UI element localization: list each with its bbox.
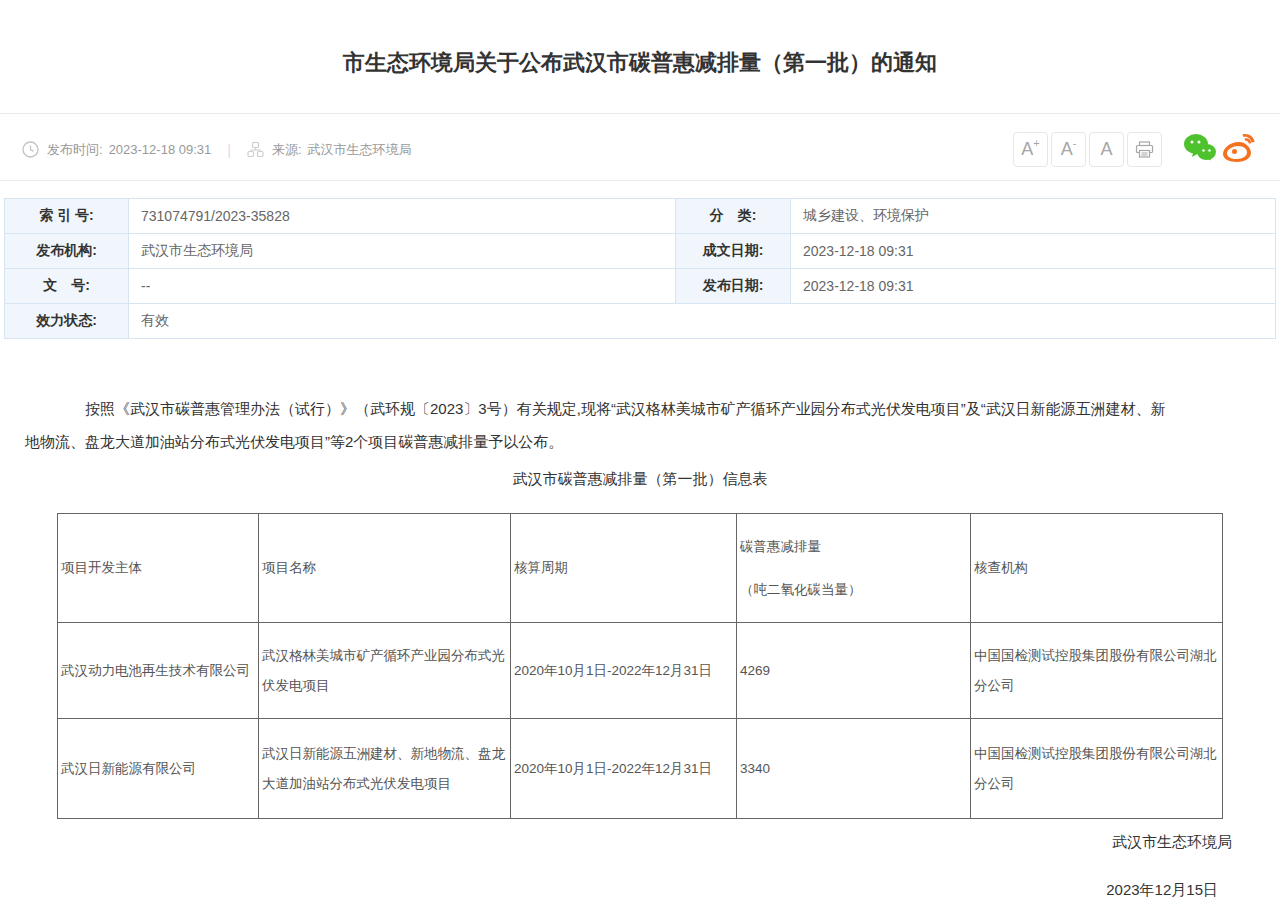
header-reduction: 碳普惠减排量 （吨二氧化碳当量） [737,514,971,623]
info-value: 731074791/2023-35828 [129,199,676,234]
cell-reduction: 3340 [737,719,971,819]
info-label: 成文日期: [676,234,791,269]
source-value: 武汉市生态环境局 [308,141,412,159]
info-label: 索 引 号: [5,199,129,234]
header-period: 核算周期 [511,514,737,623]
publish-time-value: 2023-12-18 09:31 [109,142,212,157]
sitemap-icon [247,141,264,158]
info-value: 城乡建设、环境保护 [791,199,1276,234]
meta-separator: | [227,142,231,158]
cell-reduction: 4269 [737,623,971,719]
cell-verifier: 中国国检测试控股集团股份有限公司湖北分公司 [971,623,1223,719]
source-label: 来源: [272,141,302,159]
font-decrease-button[interactable]: A- [1051,132,1086,167]
info-label: 分 类: [676,199,791,234]
info-label: 发布机构: [5,234,129,269]
info-label: 效力状态: [5,304,129,339]
weibo-share-icon[interactable] [1223,133,1258,166]
document-info-table: 索 引 号: 731074791/2023-35828 分 类: 城乡建设、环境… [4,198,1276,339]
toolbar: A+ A- A [1013,132,1258,167]
info-row: 效力状态: 有效 [5,304,1276,339]
divider-meta [0,180,1280,181]
clock-icon [22,141,39,158]
page-title: 市生态环境局关于公布武汉市碳普惠减排量（第一批）的通知 [0,49,1280,76]
footer-date: 2023年12月15日 [1106,881,1218,900]
print-button[interactable] [1127,132,1162,167]
header-project: 项目名称 [259,514,511,623]
info-row: 发布机构: 武汉市生态环境局 成文日期: 2023-12-18 09:31 [5,234,1276,269]
divider-top [0,113,1280,114]
cell-developer: 武汉动力电池再生技术有限公司 [58,623,259,719]
cell-period: 2020年10月1日-2022年12月31日 [511,719,737,819]
info-value: -- [129,269,676,304]
table-row: 武汉动力电池再生技术有限公司 武汉格林美城市矿产循环产业园分布式光伏发电项目 2… [58,623,1223,719]
cell-verifier: 中国国检测试控股集团股份有限公司湖北分公司 [971,719,1223,819]
info-row: 索 引 号: 731074791/2023-35828 分 类: 城乡建设、环境… [5,199,1276,234]
info-value: 有效 [129,304,1276,339]
printer-icon [1135,141,1154,158]
table-header-row: 项目开发主体 项目名称 核算周期 碳普惠减排量 （吨二氧化碳当量） 核查机构 [58,514,1223,623]
footer-organization: 武汉市生态环境局 [1112,833,1232,852]
info-value: 2023-12-18 09:31 [791,234,1276,269]
wechat-share-icon[interactable] [1183,133,1217,166]
info-value: 2023-12-18 09:31 [791,269,1276,304]
table-caption: 武汉市碳普惠减排量（第一批）信息表 [0,470,1280,489]
info-value: 武汉市生态环境局 [129,234,676,269]
publish-time-label: 发布时间: [47,141,103,159]
cell-developer: 武汉日新能源有限公司 [58,719,259,819]
header-verifier: 核查机构 [971,514,1223,623]
cell-project: 武汉格林美城市矿产循环产业园分布式光伏发电项目 [259,623,511,719]
reduction-table: 项目开发主体 项目名称 核算周期 碳普惠减排量 （吨二氧化碳当量） 核查机构 武… [57,513,1223,819]
font-increase-button[interactable]: A+ [1013,132,1048,167]
meta-bar: 发布时间: 2023-12-18 09:31 | 来源: 武汉市生态环境局 [22,132,412,167]
header-developer: 项目开发主体 [58,514,259,623]
notice-paragraph: 按照《武汉市碳普惠管理办法（试行）》（武环规〔2023〕3号）有关规定,现将“武… [25,392,1175,458]
table-row: 武汉日新能源有限公司 武汉日新能源五洲建材、新地物流、盘龙大道加油站分布式光伏发… [58,719,1223,819]
info-label: 发布日期: [676,269,791,304]
cell-project: 武汉日新能源五洲建材、新地物流、盘龙大道加油站分布式光伏发电项目 [259,719,511,819]
info-row: 文 号: -- 发布日期: 2023-12-18 09:31 [5,269,1276,304]
font-reset-button[interactable]: A [1089,132,1124,167]
info-label: 文 号: [5,269,129,304]
cell-period: 2020年10月1日-2022年12月31日 [511,623,737,719]
